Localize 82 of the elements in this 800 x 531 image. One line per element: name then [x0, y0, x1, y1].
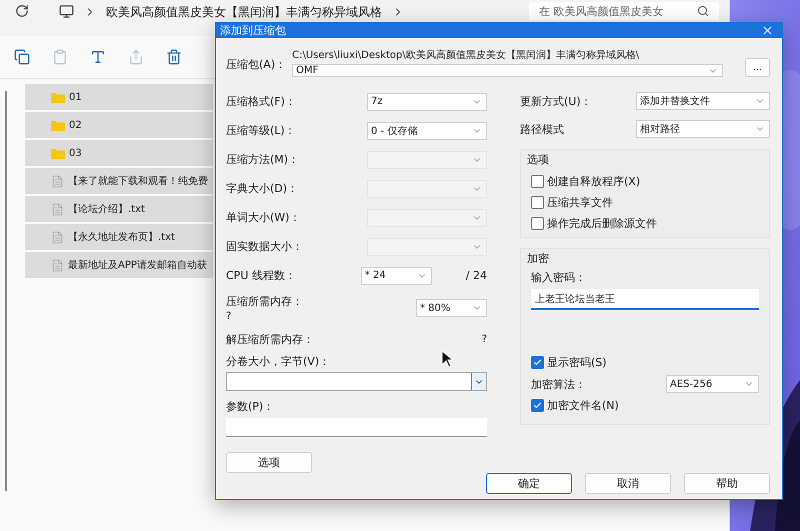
checkbox[interactable] [531, 399, 544, 412]
monitor-icon[interactable] [59, 4, 74, 19]
file-row[interactable]: 【永久地址发布页】.txt [25, 224, 213, 250]
refresh-icon[interactable] [15, 4, 29, 18]
parameters-field[interactable] [226, 418, 487, 437]
dialog-button[interactable]: 帮助 [684, 473, 770, 494]
field-label: 固实数据大小： [226, 239, 303, 254]
field-label: 解压缩所需内存： [226, 332, 314, 346]
file-name: 03 [69, 148, 82, 158]
password-field[interactable]: 上老王论坛当老王 [531, 289, 759, 310]
field-label: 输入密码： [531, 270, 587, 285]
check-icon [533, 358, 542, 367]
field-label: 加密算法： [531, 376, 586, 392]
options-button[interactable]: 选项 [226, 452, 312, 473]
file-row[interactable]: 【论坛介绍】.txt [25, 196, 213, 222]
file-name: 【来了就能下载和观看！纯免费 [68, 174, 208, 188]
check-icon [533, 401, 542, 410]
thread-max: / 24 [466, 269, 487, 282]
dropdown[interactable]: * 24 [360, 266, 432, 284]
trash-icon[interactable] [166, 49, 182, 65]
file-name: 【永久地址发布页】.txt [68, 230, 175, 244]
folder-icon [51, 92, 65, 102]
file-name: 01 [69, 92, 82, 102]
checkbox[interactable] [531, 175, 544, 188]
checkbox-label: 加密文件名(N) [547, 398, 619, 413]
close-icon[interactable] [761, 24, 774, 37]
folder-icon [51, 148, 65, 158]
file-name: 最新地址及APP请发邮箱自动获 [68, 258, 207, 272]
dropdown[interactable]: 相对路径 [636, 120, 770, 138]
file-row[interactable]: 02 [25, 112, 213, 138]
archive-name-field[interactable]: OMF [292, 64, 723, 77]
file-row[interactable]: 03 [25, 140, 213, 166]
document-icon [51, 230, 64, 244]
field-label: 压缩方法(M)： [226, 152, 300, 167]
file-row[interactable]: 01 [25, 84, 213, 110]
field-label: 压缩所需内存： [226, 294, 303, 309]
field-label: 分卷大小，字节(V)： [226, 354, 330, 369]
search-field[interactable]: 在 欧美风高颜值黑皮美女 [529, 2, 719, 20]
field-label: 单词大小(W)： [226, 210, 300, 225]
file-name: 【论坛介绍】.txt [68, 202, 145, 216]
file-name: 02 [69, 120, 82, 130]
field-label: 压缩等级(L)： [226, 123, 296, 138]
memory-value: ? [226, 311, 232, 322]
search-icon [697, 5, 709, 17]
file-row[interactable]: 最新地址及APP请发邮箱自动获 [25, 252, 213, 278]
checkbox-label: 创建自释放程序(X) [547, 174, 640, 189]
memory-value: ? [482, 334, 487, 344]
group-title: 选项 [527, 152, 550, 167]
text-icon[interactable] [90, 49, 106, 65]
dropdown[interactable]: 添加并替换文件 [636, 92, 770, 110]
checkbox-label: 压缩共享文件 [547, 195, 613, 210]
field-label: 压缩包(A)： [226, 57, 286, 72]
checkbox[interactable] [531, 356, 544, 369]
checkbox[interactable] [531, 217, 544, 230]
dialog-button[interactable]: 取消 [585, 473, 671, 494]
field-label: 字典大小(D)： [226, 181, 298, 196]
cursor-icon [441, 350, 453, 368]
dialog-button[interactable]: 确定 [486, 473, 572, 494]
field-label: CPU 线程数： [226, 268, 296, 283]
document-icon [51, 202, 64, 216]
field-label: 参数(P)： [226, 399, 274, 414]
checkbox-label: 显示密码(S) [547, 355, 607, 370]
browse-button[interactable]: ... [744, 58, 770, 77]
field-label: 路径模式 [520, 122, 564, 136]
dropdown[interactable]: 0 - 仅存储 [367, 122, 487, 140]
checkbox[interactable] [531, 196, 544, 209]
archive-path: C:\Users\liuxi\Desktop\欧美风高颜值黑皮美女【黑闰润】丰满匀称异域风格\ [292, 48, 640, 62]
dropdown[interactable]: AES-256 [666, 375, 759, 393]
breadcrumb[interactable]: 欧美风高颜值黑皮美女【黑闰润】丰满匀称异域风格 [106, 4, 382, 18]
document-icon [51, 258, 64, 272]
group-title: 加密 [527, 251, 550, 266]
checkbox-label: 操作完成后删除源文件 [547, 216, 657, 231]
field-label: 压缩格式(F)： [226, 94, 296, 109]
dropdown[interactable]: * 80% [416, 299, 487, 317]
field-label: 更新方式(U)： [520, 94, 592, 108]
dropdown[interactable]: 7z [367, 92, 487, 110]
folder-icon [51, 120, 65, 130]
volume-size-field[interactable] [226, 372, 487, 391]
document-icon [51, 174, 64, 188]
dialog-title: 添加到压缩包 [220, 23, 286, 38]
copy-icon[interactable] [14, 49, 30, 65]
file-row[interactable]: 【来了就能下载和观看！纯免费 [25, 168, 213, 194]
